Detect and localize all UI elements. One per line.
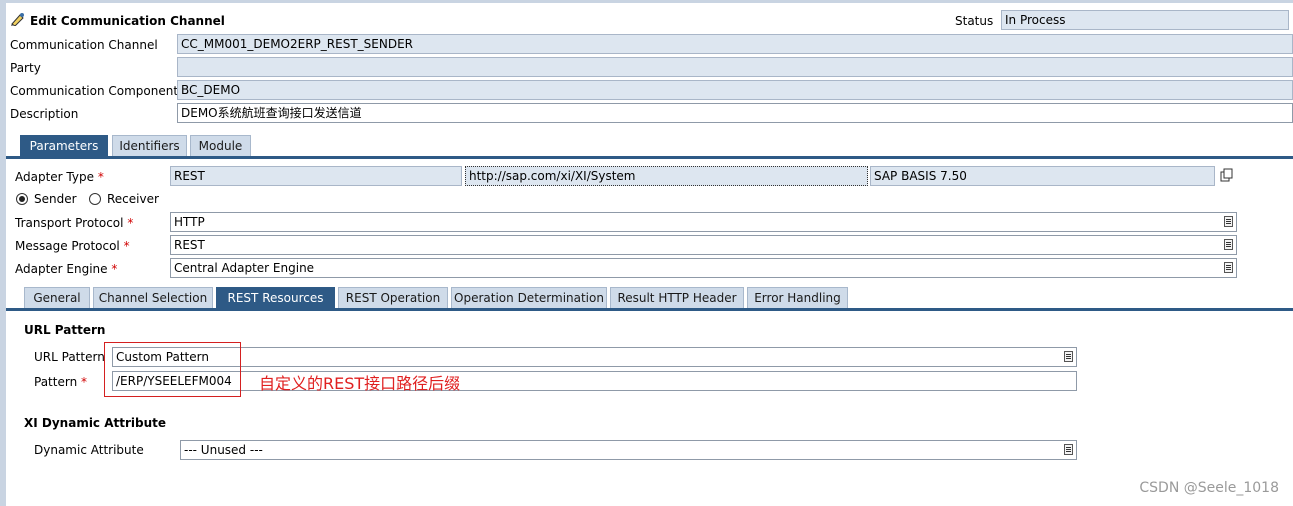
adapter-swcv-field: SAP BASIS 7.50 <box>870 166 1215 186</box>
highlight-box <box>104 342 241 397</box>
message-protocol-select[interactable]: REST <box>170 235 1237 255</box>
dropdown-icon[interactable] <box>1064 351 1073 362</box>
watermark: CSDN @Seele_1018 <box>1139 480 1279 496</box>
subtab-rest-resources[interactable]: REST Resources <box>216 287 335 309</box>
dynamic-attribute-section-title: XI Dynamic Attribute <box>24 416 167 430</box>
adapter-namespace-field[interactable]: http://sap.com/xi/XI/System <box>465 166 868 186</box>
receiver-radio[interactable] <box>89 193 101 205</box>
sender-label: Sender <box>34 192 77 206</box>
dropdown-icon[interactable] <box>1224 262 1233 273</box>
component-field: BC_DEMO <box>177 80 1293 100</box>
url-pattern-select[interactable]: Custom Pattern <box>112 347 1077 367</box>
status-label: Status <box>955 14 994 28</box>
dropdown-icon[interactable] <box>1224 239 1233 250</box>
dropdown-icon[interactable] <box>1064 444 1073 455</box>
adapter-engine-label: Adapter Engine * <box>15 262 118 276</box>
party-field <box>177 57 1293 77</box>
annotation-text: 自定义的REST接口路径后缀 <box>259 374 461 393</box>
transport-label: Transport Protocol * <box>15 216 134 230</box>
subtab-result-http-header[interactable]: Result HTTP Header <box>610 287 744 309</box>
subtab-rest-operation[interactable]: REST Operation <box>338 287 448 309</box>
subtab-channel-selection[interactable]: Channel Selection <box>93 287 213 309</box>
top-border <box>0 0 1293 3</box>
channel-field: CC_MM001_DEMO2ERP_REST_SENDER <box>177 34 1293 54</box>
tab-identifiers[interactable]: Identifiers <box>112 135 187 157</box>
tab-module[interactable]: Module <box>190 135 251 157</box>
main-tab-underline <box>6 156 1293 159</box>
edit-pencil-icon <box>10 12 26 29</box>
url-pattern-section-title: URL Pattern <box>24 323 106 337</box>
component-label: Communication Component <box>10 84 179 98</box>
tab-parameters[interactable]: Parameters <box>20 135 108 157</box>
pattern-input[interactable]: /ERP/YSEELEFM004 <box>112 371 1077 391</box>
subtab-error-handling[interactable]: Error Handling <box>747 287 848 309</box>
pattern-label: Pattern * <box>34 375 87 389</box>
channel-label: Communication Channel <box>10 38 158 52</box>
subtab-operation-determination[interactable]: Operation Determination <box>451 287 607 309</box>
status-field: In Process <box>1001 10 1289 30</box>
url-pattern-label: URL Pattern <box>34 350 105 364</box>
description-label: Description <box>10 107 79 121</box>
page-title: Edit Communication Channel <box>10 12 225 29</box>
dynamic-attribute-label: Dynamic Attribute <box>34 443 144 457</box>
adapter-type-field: REST <box>170 166 462 186</box>
subtab-general[interactable]: General <box>24 287 90 309</box>
adapter-type-label: Adapter Type * <box>15 170 104 184</box>
receiver-label: Receiver <box>107 192 159 206</box>
message-protocol-label: Message Protocol * <box>15 239 130 253</box>
dynamic-attribute-select[interactable]: --- Unused --- <box>180 440 1077 460</box>
party-label: Party <box>10 61 41 75</box>
left-border <box>0 0 6 506</box>
dropdown-icon[interactable] <box>1224 216 1233 227</box>
copy-icon[interactable] <box>1220 168 1234 182</box>
transport-select[interactable]: HTTP <box>170 212 1237 232</box>
adapter-engine-select[interactable]: Central Adapter Engine <box>170 258 1237 278</box>
sender-radio[interactable] <box>16 193 28 205</box>
sub-tab-underline <box>6 308 1293 311</box>
description-input[interactable]: DEMO系统航班查询接口发送信道 <box>177 103 1293 123</box>
